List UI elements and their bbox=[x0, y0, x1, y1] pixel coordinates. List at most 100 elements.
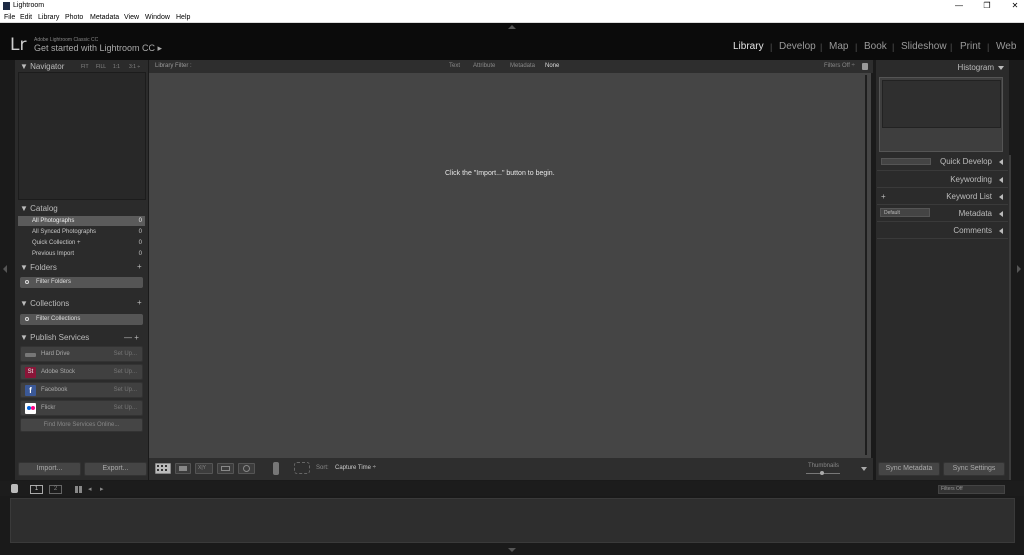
keywording-expand-icon[interactable] bbox=[999, 177, 1003, 183]
publish-service-hard-drive[interactable]: Hard Drive Set Up... bbox=[20, 346, 143, 362]
import-button[interactable]: Import... bbox=[18, 462, 81, 476]
minimize-button[interactable]: — bbox=[944, 0, 974, 12]
catalog-item-all-photographs[interactable]: All Photographs 0 bbox=[18, 216, 145, 226]
lock-icon[interactable] bbox=[862, 63, 868, 70]
filmstrip[interactable] bbox=[10, 498, 1015, 543]
add-collection-button[interactable]: + bbox=[137, 298, 142, 307]
filter-collections-input[interactable]: Filter Collections bbox=[20, 314, 143, 325]
module-web[interactable]: Web bbox=[996, 41, 1016, 52]
publish-services-header[interactable]: ▼ Publish Services bbox=[20, 333, 89, 342]
catalog-header[interactable]: ▼ Catalog bbox=[20, 204, 58, 213]
filter-collections-placeholder: Filter Collections bbox=[36, 316, 81, 322]
lr-logo: Lr bbox=[10, 35, 27, 55]
grid-view-button[interactable] bbox=[155, 463, 171, 474]
module-slideshow[interactable]: Slideshow bbox=[901, 41, 947, 52]
menu-library[interactable]: Library bbox=[38, 12, 59, 23]
compare-view-button[interactable]: X|Y bbox=[195, 463, 213, 474]
toolbar-options-chevron-icon[interactable] bbox=[861, 467, 867, 471]
keyword-list-expand-icon[interactable] bbox=[999, 194, 1003, 200]
module-print[interactable]: Print bbox=[960, 41, 981, 52]
service-setup-link[interactable]: Set Up... bbox=[114, 365, 137, 379]
filter-tab-none[interactable]: None bbox=[545, 60, 559, 73]
publish-service-adobe-stock[interactable]: St Adobe Stock Set Up... bbox=[20, 364, 143, 380]
module-map[interactable]: Map bbox=[829, 41, 848, 52]
primary-window-button[interactable]: 1 bbox=[30, 485, 43, 494]
publish-service-flickr[interactable]: Flickr Set Up... bbox=[20, 400, 143, 416]
metadata-expand-icon[interactable] bbox=[999, 211, 1003, 217]
thumbnail-slider-handle[interactable] bbox=[820, 471, 824, 475]
loupe-view-button[interactable] bbox=[175, 463, 191, 474]
menu-metadata[interactable]: Metadata bbox=[90, 12, 119, 23]
zoom-fill[interactable]: FILL bbox=[96, 64, 106, 70]
menu-view[interactable]: View bbox=[124, 12, 139, 23]
menu-help[interactable]: Help bbox=[176, 12, 190, 23]
collapse-left-panel-arrow[interactable] bbox=[3, 265, 7, 273]
sort-direction-icon[interactable] bbox=[294, 462, 310, 474]
catalog-item-all-synced[interactable]: All Synced Photographs 0 bbox=[18, 227, 145, 237]
sort-dropdown[interactable]: Capture Time ÷ bbox=[335, 465, 376, 471]
comments-header[interactable]: Comments bbox=[900, 226, 992, 235]
menu-file[interactable]: File bbox=[4, 12, 15, 23]
service-label: Adobe Stock bbox=[41, 369, 76, 375]
people-view-button[interactable] bbox=[238, 463, 255, 474]
close-button[interactable]: ✕ bbox=[1000, 0, 1024, 12]
publish-service-facebook[interactable]: f Facebook Set Up... bbox=[20, 382, 143, 398]
menu-window[interactable]: Window bbox=[145, 12, 170, 23]
histogram-header[interactable]: Histogram bbox=[900, 63, 994, 72]
thumbnails-label: Thumbnails bbox=[808, 463, 840, 469]
collections-header[interactable]: ▼ Collections bbox=[20, 299, 69, 308]
keyword-list-header[interactable]: Keyword List bbox=[900, 192, 992, 201]
histogram-collapse-icon[interactable] bbox=[998, 66, 1004, 70]
catalog-item-previous-import[interactable]: Previous Import 0 bbox=[18, 249, 145, 259]
module-develop[interactable]: Develop bbox=[779, 41, 816, 52]
catalog-item-quick-collection[interactable]: Quick Collection + 0 bbox=[18, 238, 145, 248]
module-library[interactable]: Library bbox=[733, 41, 764, 52]
zoom-3-1[interactable]: 3:1 ÷ bbox=[129, 64, 140, 70]
collapse-top-panel-arrow[interactable] bbox=[508, 25, 516, 29]
pointer-icon[interactable] bbox=[11, 484, 18, 493]
get-started-link[interactable]: Get started with Lightroom CC ▸ bbox=[34, 43, 162, 54]
folders-header[interactable]: ▼ Folders bbox=[20, 263, 57, 272]
find-more-services-button[interactable]: Find More Services Online... bbox=[20, 418, 143, 432]
filter-folders-input[interactable]: Filter Folders bbox=[20, 277, 143, 288]
service-setup-link[interactable]: Set Up... bbox=[114, 401, 137, 415]
quick-develop-header[interactable]: Quick Develop bbox=[900, 157, 992, 166]
sync-metadata-button[interactable]: Sync Metadata bbox=[878, 462, 940, 476]
keyword-add-button[interactable]: + bbox=[881, 192, 886, 201]
metadata-header[interactable]: Metadata bbox=[900, 209, 992, 218]
add-folder-button[interactable]: + bbox=[137, 262, 142, 271]
filter-tab-attribute[interactable]: Attribute bbox=[473, 60, 495, 73]
maximize-button[interactable]: ❐ bbox=[972, 0, 1002, 12]
grid-small-icon[interactable] bbox=[75, 486, 82, 493]
zoom-1-1[interactable]: 1:1 bbox=[113, 64, 120, 70]
right-panel-scrollbar[interactable] bbox=[1009, 155, 1011, 480]
forward-arrow-icon[interactable]: ▸ bbox=[100, 486, 104, 493]
comments-expand-icon[interactable] bbox=[999, 228, 1003, 234]
library-toolbar bbox=[149, 458, 873, 480]
publish-services-controls[interactable]: — + bbox=[124, 333, 139, 342]
filmstrip-filters-off-dropdown[interactable]: Filters Off bbox=[938, 485, 1005, 494]
collapse-right-panel-arrow[interactable] bbox=[1017, 265, 1021, 273]
filter-tab-metadata[interactable]: Metadata bbox=[510, 60, 535, 73]
navigator-header[interactable]: ▼ Navigator bbox=[20, 62, 64, 71]
back-arrow-icon[interactable]: ◂ bbox=[88, 486, 92, 493]
survey-view-button[interactable] bbox=[217, 463, 234, 474]
zoom-fit[interactable]: FIT bbox=[81, 64, 89, 70]
service-setup-link[interactable]: Set Up... bbox=[114, 383, 137, 397]
export-button[interactable]: Export... bbox=[84, 462, 147, 476]
quick-develop-expand-icon[interactable] bbox=[999, 159, 1003, 165]
keywording-header[interactable]: Keywording bbox=[900, 175, 992, 184]
menu-edit[interactable]: Edit bbox=[20, 12, 32, 23]
module-book[interactable]: Book bbox=[864, 41, 887, 52]
service-setup-link[interactable]: Set Up... bbox=[114, 347, 137, 361]
filter-tab-text[interactable]: Text bbox=[449, 60, 460, 73]
secondary-window-button[interactable]: 2 bbox=[49, 485, 62, 494]
collapse-filmstrip-arrow[interactable] bbox=[508, 548, 516, 552]
painter-icon[interactable] bbox=[273, 462, 279, 475]
grid-scrollbar[interactable] bbox=[865, 75, 867, 455]
sync-settings-button[interactable]: Sync Settings bbox=[943, 462, 1005, 476]
grid-view[interactable] bbox=[149, 73, 873, 458]
filters-off-dropdown[interactable]: Filters Off ÷ bbox=[824, 60, 855, 73]
navigator-preview[interactable] bbox=[18, 72, 146, 200]
menu-photo[interactable]: Photo bbox=[65, 12, 83, 23]
